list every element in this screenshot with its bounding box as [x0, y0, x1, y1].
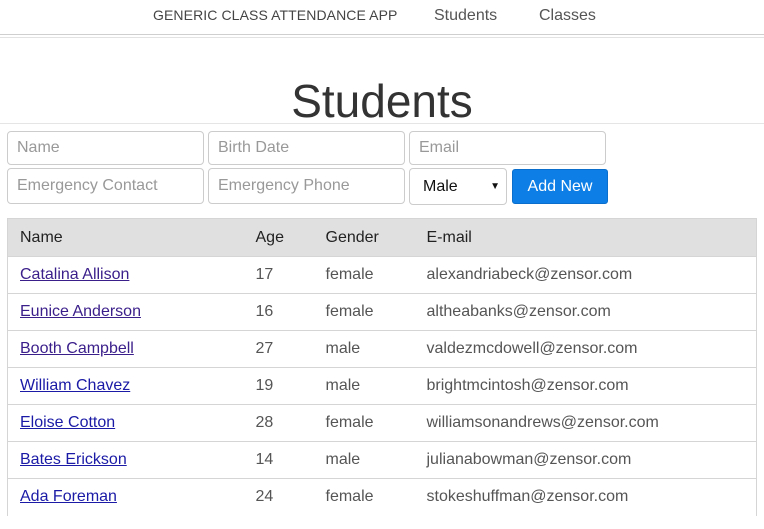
- student-email: williamsonandrews@zensor.com: [414, 404, 757, 442]
- students-table: Name Age Gender E-mail Catalina Allison …: [7, 218, 757, 516]
- add-new-button[interactable]: Add New: [512, 169, 608, 204]
- table-row: Catalina Allison 17 female alexandriabec…: [7, 256, 757, 294]
- student-age: 28: [243, 404, 314, 442]
- student-gender: female: [313, 293, 415, 331]
- column-header-name[interactable]: Name: [7, 218, 244, 257]
- student-email: alexandriabeck@zensor.com: [414, 256, 757, 294]
- student-name-link[interactable]: Eloise Cotton: [20, 414, 115, 431]
- table-header-row: Name Age Gender E-mail: [7, 218, 757, 257]
- nav-divider: [0, 37, 764, 38]
- nav-classes-link[interactable]: Classes: [539, 7, 596, 25]
- student-gender: male: [313, 441, 415, 479]
- student-age: 17: [243, 256, 314, 294]
- email-input[interactable]: [409, 131, 606, 165]
- student-name-link[interactable]: Booth Campbell: [20, 340, 134, 357]
- emergency-phone-input[interactable]: [208, 168, 405, 204]
- dropdown-caret-icon: ▼: [490, 181, 500, 192]
- student-gender: female: [313, 256, 415, 294]
- table-row: Eunice Anderson 16 female altheabanks@ze…: [7, 293, 757, 331]
- student-email: stokeshuffman@zensor.com: [414, 478, 757, 516]
- student-email: valdezmcdowell@zensor.com: [414, 330, 757, 368]
- table-row: Ada Foreman 24 female stokeshuffman@zens…: [7, 478, 757, 516]
- table-row: William Chavez 19 male brightmcintosh@ze…: [7, 367, 757, 405]
- student-gender: male: [313, 367, 415, 405]
- page-title: Students: [291, 75, 473, 127]
- top-navbar: GENERIC CLASS ATTENDANCE APP Students Cl…: [0, 0, 764, 35]
- student-email: julianabowman@zensor.com: [414, 441, 757, 479]
- table-row: Eloise Cotton 28 female williamsonandrew…: [7, 404, 757, 442]
- student-gender: female: [313, 404, 415, 442]
- title-divider: [0, 123, 764, 124]
- column-header-age[interactable]: Age: [243, 218, 314, 257]
- name-input[interactable]: [7, 131, 204, 165]
- student-email: altheabanks@zensor.com: [414, 293, 757, 331]
- birth-date-input[interactable]: [208, 131, 405, 165]
- nav-students-link[interactable]: Students: [434, 7, 497, 25]
- table-row: Bates Erickson 14 male julianabowman@zen…: [7, 441, 757, 479]
- student-name-link[interactable]: Bates Erickson: [20, 451, 127, 468]
- student-name-link[interactable]: Catalina Allison: [20, 266, 129, 283]
- student-name-link[interactable]: William Chavez: [20, 377, 130, 394]
- column-header-email[interactable]: E-mail: [414, 218, 757, 257]
- column-header-gender[interactable]: Gender: [313, 218, 415, 257]
- gender-selected-value: Male: [423, 178, 458, 195]
- table-row: Booth Campbell 27 male valdezmcdowell@ze…: [7, 330, 757, 368]
- student-age: 16: [243, 293, 314, 331]
- emergency-contact-input[interactable]: [7, 168, 204, 204]
- student-age: 27: [243, 330, 314, 368]
- student-age: 14: [243, 441, 314, 479]
- student-gender: female: [313, 478, 415, 516]
- student-gender: male: [313, 330, 415, 368]
- student-email: brightmcintosh@zensor.com: [414, 367, 757, 405]
- app-brand[interactable]: GENERIC CLASS ATTENDANCE APP: [153, 7, 398, 23]
- student-name-link[interactable]: Ada Foreman: [20, 488, 117, 505]
- gender-select[interactable]: Male ▼: [409, 168, 507, 205]
- student-age: 24: [243, 478, 314, 516]
- student-name-link[interactable]: Eunice Anderson: [20, 303, 141, 320]
- student-age: 19: [243, 367, 314, 405]
